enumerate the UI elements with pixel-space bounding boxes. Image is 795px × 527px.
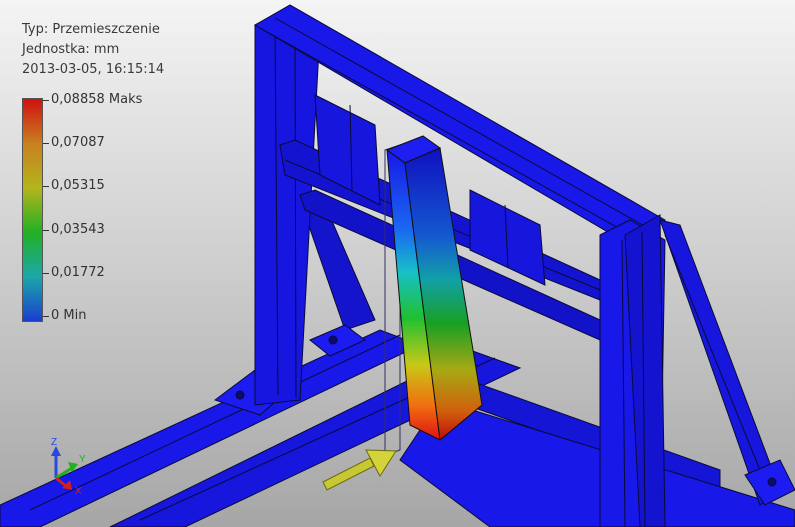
- legend-label: 0,03543: [51, 221, 105, 237]
- legend-tick: [43, 316, 49, 317]
- model-viewport[interactable]: [0, 0, 795, 527]
- timestamp-label: 2013-03-05, 16:15:14: [22, 62, 165, 77]
- legend-label: 0,07087: [51, 135, 105, 151]
- load-arrow-shaft[interactable]: [322, 457, 375, 491]
- legend-color-bar: [22, 98, 43, 322]
- legend-label: 0,05315: [51, 178, 105, 194]
- result-type-label: Typ: Przemieszczenie: [22, 22, 160, 37]
- z-axis-label: Z: [51, 437, 57, 448]
- axes-triad[interactable]: Z Y X: [40, 436, 100, 496]
- legend-label: 0,08858 Maks: [51, 92, 143, 107]
- legend-label: 0 Min: [51, 308, 87, 323]
- legend-tick: [43, 186, 49, 188]
- legend-tick: [43, 272, 49, 274]
- unit-label: Jednostka: mm: [22, 42, 120, 57]
- x-axis-label: X: [75, 486, 82, 496]
- y-axis-label: Y: [79, 454, 86, 465]
- legend-tick: [43, 143, 49, 145]
- legend-label: 0,01772: [51, 264, 105, 280]
- legend-tick: [43, 229, 49, 231]
- y-axis-line: [55, 466, 73, 480]
- x-axis-line: [55, 476, 67, 488]
- legend-tick: [43, 100, 49, 101]
